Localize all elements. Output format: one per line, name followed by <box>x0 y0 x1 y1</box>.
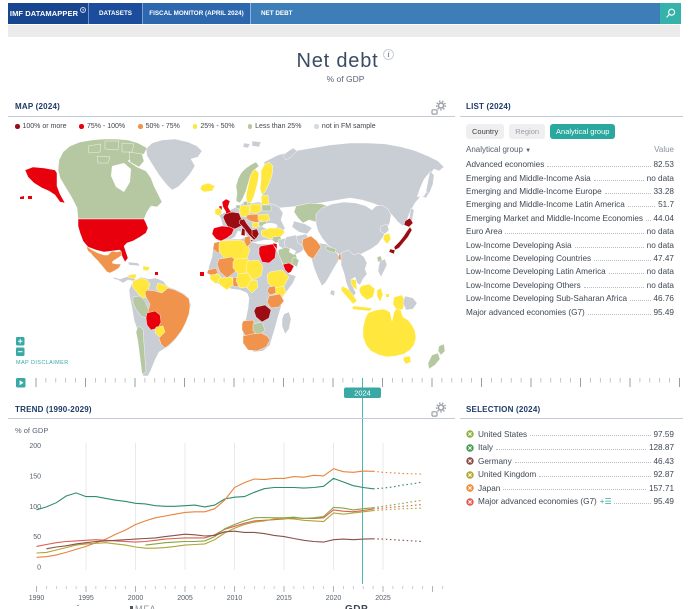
svg-text:2000: 2000 <box>128 595 144 602</box>
svg-text:150: 150 <box>29 473 41 480</box>
svg-text:1990: 1990 <box>29 595 45 602</box>
svg-text:0: 0 <box>37 565 41 572</box>
svg-text:2005: 2005 <box>177 595 193 602</box>
svg-text:50: 50 <box>33 534 41 541</box>
svg-text:200: 200 <box>29 443 41 450</box>
svg-text:2015: 2015 <box>276 595 292 602</box>
svg-text:100: 100 <box>29 504 41 511</box>
svg-text:2010: 2010 <box>227 595 243 602</box>
svg-text:1995: 1995 <box>78 595 94 602</box>
svg-text:2025: 2025 <box>375 595 391 602</box>
svg-text:2020: 2020 <box>326 595 342 602</box>
